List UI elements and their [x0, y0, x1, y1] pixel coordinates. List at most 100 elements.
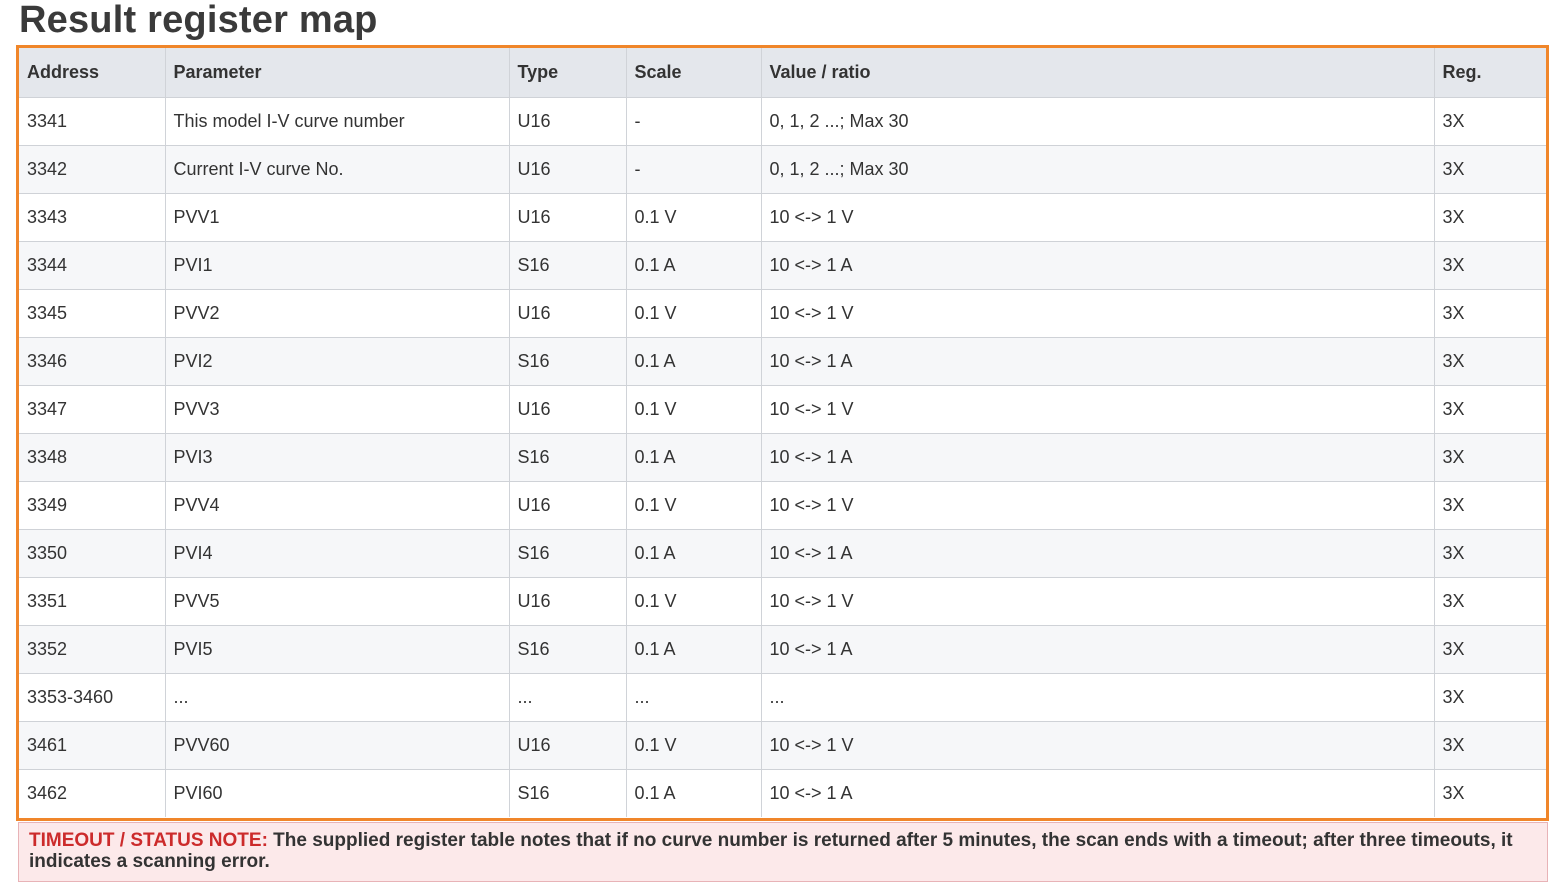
- table-row: 3350 PVI4 S16 0.1 A 10 <-> 1 A 3X: [19, 529, 1546, 578]
- cell-scale: 0.1 A: [626, 433, 762, 482]
- cell-reg: 3X: [1434, 625, 1546, 674]
- table-body: 3341 This model I-V curve number U16-0, 1,…: [19, 97, 1546, 817]
- table-row: 3348 PVI3 S16 0.1 A 10 <-> 1 A 3X: [19, 433, 1546, 482]
- cell-reg: 3X: [1434, 673, 1546, 722]
- cell-type: S16: [509, 529, 627, 578]
- cell-parameter: PVV1: [165, 193, 510, 242]
- table-row: 3347 PVV3 U16 0.1 V 10 <-> 1 V 3X: [19, 385, 1546, 434]
- cell-reg: 3X: [1434, 145, 1546, 194]
- table-row: 3345 PVV2 U16 0.1 V 10 <-> 1 V 3X: [19, 289, 1546, 338]
- column-header-value-ratio: Value / ratio: [761, 48, 1435, 98]
- table-row: 3352 PVI5 S16 0.1 A 10 <-> 1 A 3X: [19, 625, 1546, 674]
- cell-parameter: Current I-V curve No.: [165, 145, 510, 194]
- table-row: 3346 PVI2 S16 0.1 A 10 <-> 1 A 3X: [19, 337, 1546, 386]
- cell-parameter: PVV4: [165, 481, 510, 530]
- cell-address: 3343: [19, 193, 166, 242]
- cell-scale: -: [626, 97, 762, 146]
- table-row: 3353-3460............ 3X: [19, 673, 1546, 722]
- cell-value-ratio: 10 <-> 1 V: [761, 193, 1435, 242]
- cell-type: U16: [509, 145, 627, 194]
- cell-value-ratio: 10 <-> 1 A: [761, 241, 1435, 290]
- cell-type: U16: [509, 193, 627, 242]
- cell-parameter: PVV5: [165, 577, 510, 626]
- cell-reg: 3X: [1434, 97, 1546, 146]
- cell-value-ratio: 10 <-> 1 V: [761, 385, 1435, 434]
- cell-scale: 0.1 A: [626, 337, 762, 386]
- column-header-reg: Reg.: [1434, 48, 1546, 98]
- cell-reg: 3X: [1434, 241, 1546, 290]
- cell-value-ratio: 10 <-> 1 V: [761, 721, 1435, 770]
- cell-type: U16: [509, 481, 627, 530]
- cell-parameter: PVI4: [165, 529, 510, 578]
- cell-reg: 3X: [1434, 433, 1546, 482]
- cell-parameter: This model I-V curve number: [165, 97, 510, 146]
- cell-value-ratio: 0, 1, 2 ...; Max 30: [761, 145, 1435, 194]
- cell-parameter: PVI60: [165, 769, 510, 817]
- cell-value-ratio: ...: [761, 673, 1435, 722]
- cell-address: 3345: [19, 289, 166, 338]
- cell-reg: 3X: [1434, 721, 1546, 770]
- cell-reg: 3X: [1434, 529, 1546, 578]
- cell-scale: 0.1 A: [626, 529, 762, 578]
- table-row: 3343 PVV1 U16 0.1 V 10 <-> 1 V 3X: [19, 193, 1546, 242]
- cell-type: U16: [509, 97, 627, 146]
- table-row: 3461 PVV60 U16 0.1 V 10 <-> 1 V 3X: [19, 721, 1546, 770]
- cell-type: ...: [509, 673, 627, 722]
- table-row: 3351 PVV5 U16 0.1 V 10 <-> 1 V 3X: [19, 577, 1546, 626]
- column-header-scale: Scale: [626, 48, 762, 98]
- cell-address: 3462: [19, 769, 166, 817]
- cell-address: 3352: [19, 625, 166, 674]
- status-note-label: TIMEOUT / STATUS NOTE:: [29, 830, 268, 851]
- cell-type: S16: [509, 769, 627, 817]
- cell-type: U16: [509, 577, 627, 626]
- cell-scale: ...: [626, 673, 762, 722]
- cell-type: S16: [509, 625, 627, 674]
- cell-scale: 0.1 V: [626, 385, 762, 434]
- cell-address: 3342: [19, 145, 166, 194]
- cell-scale: 0.1 V: [626, 481, 762, 530]
- table-row: 3342 Current I-V curve No. U16-0, 1, 2 ...…: [19, 145, 1546, 194]
- cell-reg: 3X: [1434, 577, 1546, 626]
- cell-parameter: PVI2: [165, 337, 510, 386]
- cell-address: 3350: [19, 529, 166, 578]
- cell-value-ratio: 0, 1, 2 ...; Max 30: [761, 97, 1435, 146]
- cell-scale: 0.1 V: [626, 577, 762, 626]
- cell-scale: 0.1 A: [626, 625, 762, 674]
- cell-address: 3348: [19, 433, 166, 482]
- cell-value-ratio: 10 <-> 1 A: [761, 433, 1435, 482]
- cell-value-ratio: 10 <-> 1 A: [761, 769, 1435, 817]
- cell-type: S16: [509, 241, 627, 290]
- cell-type: U16: [509, 721, 627, 770]
- cell-scale: -: [626, 145, 762, 194]
- cell-parameter: PVI5: [165, 625, 510, 674]
- cell-type: S16: [509, 433, 627, 482]
- cell-scale: 0.1 A: [626, 241, 762, 290]
- cell-parameter: ...: [165, 673, 510, 722]
- table-row: 3341 This model I-V curve number U16-0, 1,…: [19, 97, 1546, 146]
- cell-scale: 0.1 A: [626, 769, 762, 817]
- cell-address: 3351: [19, 577, 166, 626]
- table-row: 3349 PVV4 U16 0.1 V 10 <-> 1 V 3X: [19, 481, 1546, 530]
- cell-parameter: PVI1: [165, 241, 510, 290]
- cell-value-ratio: 10 <-> 1 V: [761, 577, 1435, 626]
- cell-reg: 3X: [1434, 385, 1546, 434]
- cell-value-ratio: 10 <-> 1 A: [761, 625, 1435, 674]
- column-header-type: Type: [509, 48, 627, 98]
- cell-type: U16: [509, 289, 627, 338]
- cell-address: 3353-3460: [19, 673, 166, 722]
- cell-scale: 0.1 V: [626, 721, 762, 770]
- cell-address: 3349: [19, 481, 166, 530]
- cell-address: 3341: [19, 97, 166, 146]
- cell-parameter: PVI3: [165, 433, 510, 482]
- table-header-row: Address Parameter Type Scale Value / rat…: [19, 48, 1546, 98]
- cell-value-ratio: 10 <-> 1 V: [761, 289, 1435, 338]
- table-row: 3344 PVI1 S16 0.1 A 10 <-> 1 A 3X: [19, 241, 1546, 290]
- table-row: 3462 PVI60 S16 0.1 A 10 <-> 1 A 3X: [19, 769, 1546, 817]
- cell-reg: 3X: [1442, 782, 1465, 803]
- cell-scale: 0.1 V: [626, 289, 762, 338]
- register-table-frame: Address Parameter Type Scale Value / rat…: [16, 45, 1549, 821]
- cell-value-ratio: 10 <-> 1 A: [761, 337, 1435, 386]
- cell-value-ratio: 10 <-> 1 V: [761, 481, 1435, 530]
- cell-reg: 3X: [1434, 481, 1546, 530]
- cell-parameter: PVV2: [165, 289, 510, 338]
